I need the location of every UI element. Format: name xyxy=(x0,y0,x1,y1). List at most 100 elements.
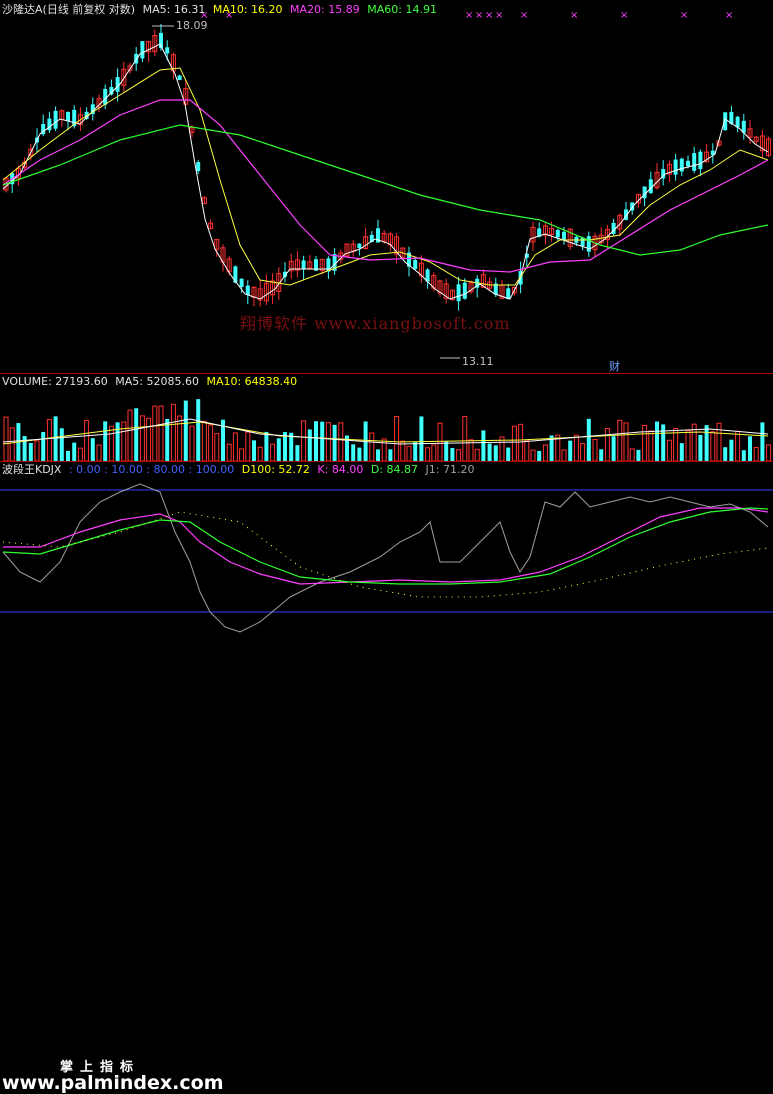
volume-bar-up xyxy=(170,403,176,461)
kdj-chart[interactable] xyxy=(0,462,773,638)
ma60-line xyxy=(2,124,769,256)
candle-down xyxy=(723,112,728,131)
price-legend: 沙隆达A(日线 前复权 对数) MA5: 16.31 MA10: 16.20 M… xyxy=(2,3,441,16)
volume-bar-up xyxy=(152,405,158,461)
volume-bar-down xyxy=(704,425,709,461)
volume-bar-up xyxy=(648,430,654,461)
volume-bar-down xyxy=(599,449,604,461)
volume-bar-up xyxy=(561,449,567,461)
volume-bar-up xyxy=(673,428,679,461)
volume-bar-down xyxy=(307,429,312,461)
volume-bar-down xyxy=(183,400,188,461)
candle-down xyxy=(53,110,58,129)
price-chart-panel[interactable]: × × × × × × × × × × × 沙隆达A(日线 前复权 对数) MA5: 16.31 M… xyxy=(0,0,773,373)
volume-bar-down xyxy=(568,440,573,461)
kdj-j-line xyxy=(2,483,769,633)
volume-bar-up xyxy=(232,432,238,461)
volume-bar-up xyxy=(518,423,524,461)
signal-marker: × xyxy=(620,10,628,21)
signal-marker: × xyxy=(495,10,503,21)
volume-chart-panel[interactable]: VOLUME: 27193.60 MA5: 52085.60 MA10: 648… xyxy=(0,374,773,461)
watermark: 翔博软件 www.xiangbosoft.com xyxy=(240,314,511,333)
volume-bar-down xyxy=(388,449,393,461)
volume-bar-up xyxy=(338,422,344,461)
j1-value: J1: 71.20 xyxy=(425,463,475,476)
volume-bar-down xyxy=(481,430,486,461)
kdj-title: 波段王KDJX xyxy=(2,463,62,476)
volume-bar-down xyxy=(413,442,418,461)
volume-bar-up xyxy=(369,432,375,461)
candle-down xyxy=(66,112,70,121)
volume-bar-down xyxy=(419,416,424,461)
ma20-value: MA20: 15.89 xyxy=(290,3,360,16)
volume-bar-up xyxy=(270,443,276,461)
candle-down xyxy=(357,243,362,249)
volume-bar-down xyxy=(741,450,746,461)
volume-bar-up xyxy=(108,425,114,461)
candle-down xyxy=(239,278,244,287)
volume-bar-down xyxy=(729,439,734,461)
volume-bar-up xyxy=(257,446,263,461)
volume-bar-up xyxy=(121,421,127,461)
volume-bar-down xyxy=(314,421,318,461)
volume-bar-down xyxy=(332,424,337,461)
d-value: D: 84.87 xyxy=(370,463,418,476)
brand-url: www.palmindex.com xyxy=(2,1072,224,1094)
volume-ma10-value: MA10: 64838.40 xyxy=(206,375,298,388)
volume-bar-up xyxy=(592,438,598,461)
volume-bar-down xyxy=(444,441,449,461)
volume-bar-up xyxy=(716,422,722,461)
candle-down xyxy=(686,160,690,167)
candle-down xyxy=(165,47,170,54)
volume-bar-up xyxy=(3,416,9,461)
volume-bar-up xyxy=(685,430,691,461)
volume-bar-down xyxy=(586,418,591,461)
kdj-indicator-panel[interactable]: 波段王KDJX : 0.00 : 10.00 : 80.00 : 100.00 … xyxy=(0,462,773,1094)
volume-bar-up xyxy=(9,427,15,461)
volume-bar-up xyxy=(623,422,629,461)
volume-bar-up xyxy=(139,415,145,461)
volume-bar-up xyxy=(431,444,437,461)
kdj-levels: : 0.00 : 10.00 : 80.00 : 100.00 xyxy=(68,463,235,476)
candle-down xyxy=(196,162,201,172)
volume-bar-down xyxy=(487,443,492,461)
ma10-value: MA10: 16.20 xyxy=(212,3,283,16)
volume-bar-up xyxy=(34,440,40,461)
volume-bar-down xyxy=(264,431,269,461)
volume-bar-up xyxy=(208,424,214,461)
volume-bar-down xyxy=(72,442,77,461)
signal-marker: × xyxy=(485,10,493,21)
volume-bar-up xyxy=(425,447,431,461)
volume-bar-up xyxy=(394,415,400,461)
ma5-value: MA5: 16.31 xyxy=(142,3,206,16)
volume-bar-down xyxy=(723,447,728,461)
volume-bar-up xyxy=(245,431,251,461)
volume-bar-down xyxy=(196,399,201,461)
volume-bar-up xyxy=(524,439,530,461)
candle-down xyxy=(177,75,182,81)
volume-bar-up xyxy=(573,434,579,461)
candle-down xyxy=(233,266,238,283)
volume-bar-up xyxy=(201,420,207,461)
volume-bar-up xyxy=(456,449,462,461)
volume-bar-down xyxy=(636,449,641,461)
signal-marker: × xyxy=(520,10,528,21)
volume-bar-up xyxy=(84,419,90,461)
volume-bar-up xyxy=(158,405,164,461)
finance-report-marker[interactable]: 财 xyxy=(609,358,620,374)
signal-marker: × xyxy=(475,10,483,21)
signal-marker: × xyxy=(465,10,473,21)
candle-down xyxy=(140,41,145,59)
volume-bar-down xyxy=(59,428,64,461)
volume-bar-down xyxy=(103,421,108,461)
kdj-k-line xyxy=(3,507,769,585)
volume-bar-up xyxy=(642,424,648,461)
volume-bar-up xyxy=(214,433,220,461)
kdj-d100-line xyxy=(2,511,769,598)
k-value: K: 84.00 xyxy=(317,463,364,476)
volume-bar-up xyxy=(474,448,480,461)
volume-bar-up xyxy=(127,409,133,461)
volume-bar-down xyxy=(679,443,684,461)
volume-bar-up xyxy=(325,422,331,461)
volume-bar-up xyxy=(406,445,412,461)
